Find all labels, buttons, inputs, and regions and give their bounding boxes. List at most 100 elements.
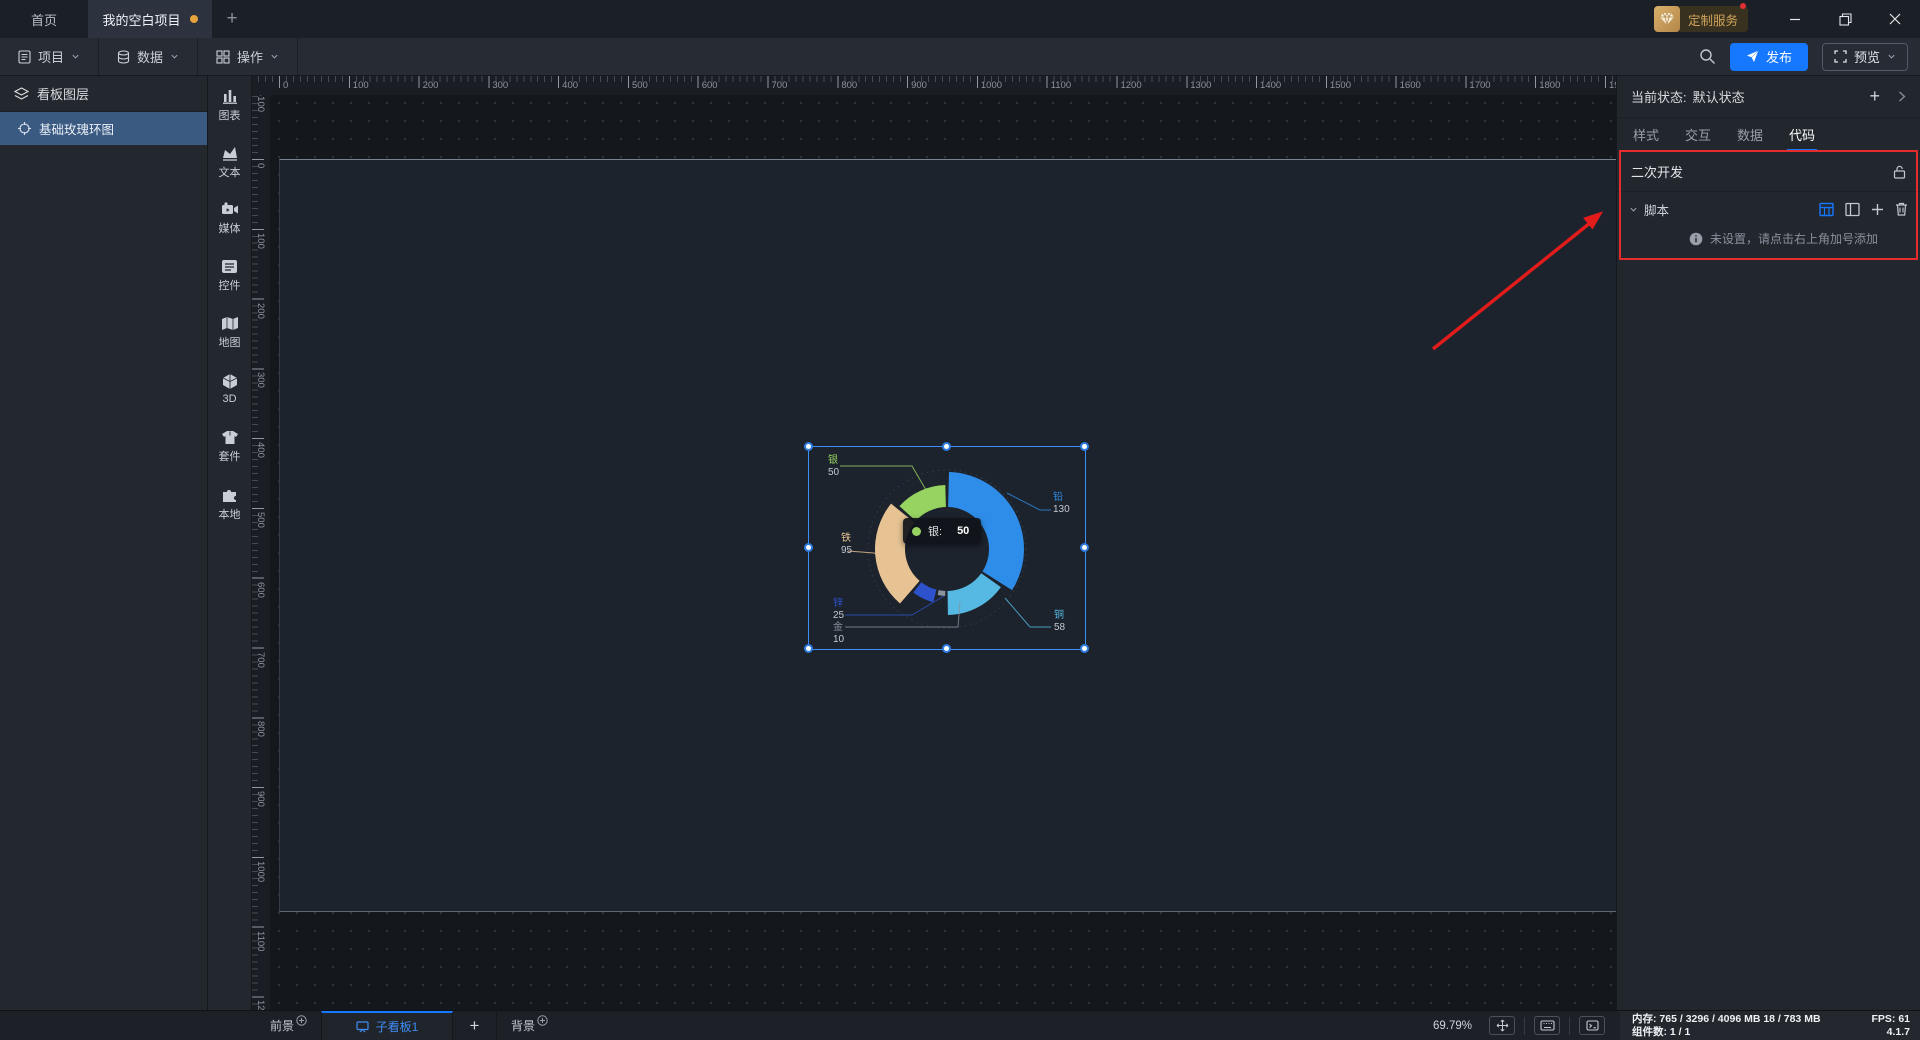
selection-handle[interactable] [804,442,813,451]
v-ruler-label: 1000 [255,861,266,882]
layers-panel: 看板图层 基础玫瑰环图 [0,76,208,1010]
dock-item-套件[interactable]: 套件 [208,430,251,487]
publish-button[interactable]: 发布 [1730,43,1808,71]
canvas-stage[interactable]: 0100200300400500600700800900100011001200… [252,76,1616,1010]
delete-script-icon[interactable] [1895,202,1908,216]
bottombar: 前景 子看板1 + 背景 69.79% 内存: 765 / 3296 / 40 [0,1010,1920,1040]
dock-item-3D[interactable]: 3D [208,373,251,430]
add-script-icon[interactable] [1871,203,1884,216]
inspector-tab-样式[interactable]: 样式 [1633,118,1659,151]
script-empty-hint: 未设置，请点击右上角加号添加 [1617,226,1920,257]
dock-item-label: 套件 [219,448,241,464]
zoom-level[interactable]: 69.79% [1433,1020,1472,1032]
h-ruler-label: 600 [702,80,718,91]
dock-item-本地[interactable]: 本地 [208,487,251,544]
subboard-tab[interactable]: 子看板1 [321,1011,453,1040]
v-ruler-label: 900 [255,791,266,807]
minimize-button[interactable] [1770,0,1820,38]
dock-item-地图[interactable]: 地图 [208,316,251,373]
background-button[interactable]: 背景 [497,1011,562,1040]
v-ruler-label: 500 [255,512,266,528]
selection-handle[interactable] [804,644,813,653]
dock-item-媒体[interactable]: 媒体 [208,202,251,259]
new-tab-button[interactable]: + [212,0,252,38]
current-state-label: 当前状态: [1631,87,1687,106]
layers-panel-title: 看板图层 [37,84,89,103]
memory-stats: 内存: 765 / 3296 / 4096 MB 18 / 783 MB [1632,1013,1821,1026]
h-ruler-label: 1700 [1469,80,1490,91]
add-state-button[interactable]: + [1869,86,1880,107]
tab-project-label: 我的空白项目 [102,10,180,29]
selection-handle[interactable] [942,644,951,653]
divider [1524,1017,1525,1035]
v-ruler-label: -100 [255,93,266,112]
h-ruler-label: 500 [632,80,648,91]
selection-handle[interactable] [1080,543,1089,552]
current-state-value: 默认状态 [1693,87,1745,106]
v-ruler-label: 200 [255,303,266,319]
h-ruler-label: 400 [562,80,578,91]
script-section-row[interactable]: 脚本 [1617,192,1920,226]
subboard-tab-label: 子看板1 [376,1018,419,1035]
tab-project[interactable]: 我的空白项目 [88,0,212,38]
circle-plus-icon[interactable] [296,1015,307,1026]
titlebar-right: 定制服务 [1654,0,1920,38]
h-ruler-label: 0 [283,80,288,91]
menu-data[interactable]: 数据 [99,38,198,75]
h-ruler-label: 1400 [1260,80,1281,91]
selection-handle[interactable] [804,543,813,552]
v-ruler-label: 1100 [255,931,266,951]
dock-item-图表[interactable]: 图表 [208,88,251,145]
dock-item-label: 3D [222,393,236,405]
layer-item-rose-chart[interactable]: 基础玫瑰环图 [0,112,207,145]
h-ruler-label: 1900 [1609,80,1616,91]
document-icon [18,50,31,64]
layout-view-icon[interactable] [1845,202,1860,217]
dock-item-label: 控件 [219,277,241,293]
circle-plus-icon[interactable] [537,1015,548,1026]
inspector-tab-数据[interactable]: 数据 [1737,118,1763,151]
dock-item-文本[interactable]: 文本 [208,145,251,202]
foreground-button[interactable]: 前景 [256,1011,321,1040]
chevron-down-icon[interactable] [1629,205,1638,214]
v-ruler-label: 300 [255,372,266,388]
selection-handle[interactable] [1080,644,1089,653]
v-ruler-label: 100 [255,233,266,249]
tab-home[interactable]: 首页 [0,0,88,38]
paper-plane-icon [1746,50,1759,63]
menu-project[interactable]: 项目 [0,38,99,75]
selection-handle[interactable] [942,442,951,451]
bottombar-right: 69.79% 内存: 765 / 3296 / 4096 MB 18 / 783… [1433,1011,1920,1040]
h-ruler-label: 800 [841,80,857,91]
secondary-dev-label: 二次开发 [1631,162,1683,181]
dock-item-label: 文本 [219,164,241,180]
search-icon[interactable] [1699,48,1716,65]
close-button[interactable] [1870,0,1920,38]
horizontal-ruler: 0100200300400500600700800900100011001200… [252,76,1616,95]
v-ruler-label: 800 [255,721,266,737]
secondary-dev-section[interactable]: 二次开发 [1617,152,1920,192]
unlock-icon[interactable] [1893,165,1906,179]
console-icon[interactable] [1579,1016,1605,1035]
dock-item-控件[interactable]: 控件 [208,259,251,316]
state-next-button[interactable] [1898,91,1906,102]
preview-button[interactable]: 预览 [1822,43,1908,71]
keyboard-shortcuts-icon[interactable] [1534,1016,1560,1035]
restore-button[interactable] [1820,0,1870,38]
fullscreen-icon [1834,50,1847,63]
script-empty-hint-text: 未设置，请点击右上角加号添加 [1710,230,1878,247]
h-ruler-label: 300 [492,80,508,91]
inspector-tab-交互[interactable]: 交互 [1685,118,1711,151]
selection-handle[interactable] [1080,442,1089,451]
chevron-down-icon[interactable] [1887,52,1896,61]
publish-label: 发布 [1766,47,1792,66]
inspector-tab-代码[interactable]: 代码 [1789,118,1815,151]
add-board-button[interactable]: + [453,1011,497,1040]
selection-box[interactable] [808,446,1086,650]
table-view-icon[interactable] [1819,202,1834,217]
menu-operations[interactable]: 操作 [198,38,298,75]
inspector-panel: 当前状态: 默认状态 + 样式交互数据代码 二次开发 脚本 未设置，请点击右上角… [1616,76,1920,1010]
v-ruler-label: 600 [255,582,266,598]
custom-service-badge[interactable]: 定制服务 [1654,6,1748,32]
fit-screen-icon[interactable] [1489,1016,1515,1035]
